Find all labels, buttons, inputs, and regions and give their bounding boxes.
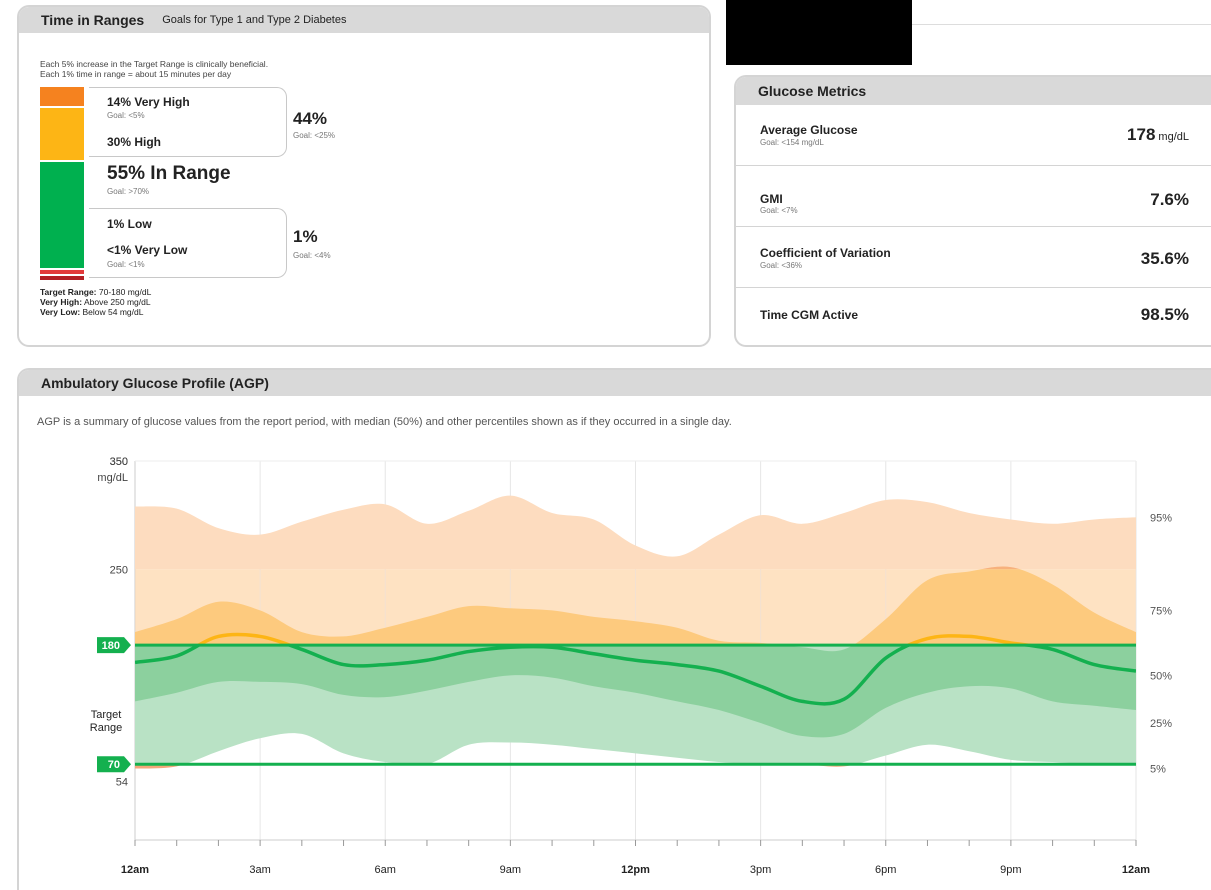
very-low-goal: Goal: <1% — [107, 260, 145, 269]
glucose-metrics-panel: Glucose Metrics Average Glucose Goal: <1… — [734, 75, 1211, 347]
low-label: 1% Low — [107, 217, 152, 231]
high-total-value: 44% — [293, 109, 328, 128]
time-in-ranges-subtitle: Goals for Type 1 and Type 2 Diabetes — [162, 14, 347, 26]
metric-gmi: GMI Goal: <7% 7.6% — [736, 165, 1211, 227]
metric-label: Time CGM Active — [760, 308, 859, 322]
tir-note-2: Each 1% time in range = about 15 minutes… — [40, 69, 232, 79]
very-low-label: <1% Very Low — [107, 243, 188, 257]
glucose-metrics-title: Glucose Metrics — [758, 83, 867, 99]
agp-header: Ambulatory Glucose Profile (AGP) — [19, 370, 1211, 396]
metric-value-number: 178 — [1127, 125, 1156, 144]
metric-goal: Goal: <36% — [760, 261, 803, 270]
metric-time-cgm-active: Time CGM Active 98.5% — [736, 287, 1211, 345]
tir-footer-target-value: 70-180 mg/dL — [96, 287, 152, 297]
low-total-goal: Goal: <4% — [293, 251, 331, 260]
time-in-ranges-header: Time in Ranges Goals for Type 1 and Type… — [19, 7, 709, 33]
metric-unit: mg/dL — [1158, 131, 1189, 143]
high-total-goal: Goal: <25% — [293, 131, 336, 140]
agp-panel: Ambulatory Glucose Profile (AGP) AGP is … — [17, 368, 1211, 890]
bar-high — [40, 108, 84, 160]
metric-goal: Goal: <7% — [760, 206, 798, 215]
metric-label: Average Glucose — [760, 123, 858, 137]
tir-footer-very-high: Very High: Above 250 mg/dL — [40, 297, 151, 307]
metric-label: Coefficient of Variation — [760, 246, 891, 260]
low-total-value: 1% — [293, 227, 318, 246]
in-range-goal: Goal: >70% — [107, 187, 150, 196]
metric-average-glucose: Average Glucose Goal: <154 mg/dL 178 mg/d… — [736, 105, 1211, 165]
bar-very-high — [40, 87, 84, 106]
tir-footer-very-low: Very Low: Below 54 mg/dL — [40, 307, 143, 317]
tir-footer-target: Target Range: 70-180 mg/dL — [40, 287, 151, 297]
very-high-goal: Goal: <5% — [107, 111, 145, 120]
very-high-label: 14% Very High — [107, 95, 190, 109]
metric-value: 35.6% — [1140, 249, 1189, 268]
glucose-metrics-header: Glucose Metrics — [736, 77, 1211, 105]
bar-very-low — [40, 276, 84, 280]
metric-value: 7.6% — [1150, 190, 1189, 209]
time-in-ranges-title: Time in Ranges — [41, 12, 145, 28]
tir-footer-target-key: Target Range: — [40, 287, 97, 297]
metric-value: 178 mg/dL — [1127, 125, 1189, 145]
tir-note-1: Each 5% increase in the Target Range is … — [40, 59, 269, 69]
metric-coefficient-variation: Coefficient of Variation Goal: <36% 35.6… — [736, 226, 1211, 288]
high-label: 30% High — [107, 135, 162, 149]
in-range-label: 55% In Range — [107, 163, 231, 184]
metric-value: 98.5% — [1140, 305, 1189, 324]
tir-footer-very-high-value: Above 250 mg/dL — [82, 297, 151, 307]
tir-footer-very-high-key: Very High: — [40, 297, 83, 307]
metric-goal: Goal: <154 mg/dL — [760, 138, 824, 147]
bar-in-range — [40, 162, 84, 268]
agp-description: AGP is a summary of glucose values from … — [37, 416, 732, 428]
time-in-ranges-panel: Time in Ranges Goals for Type 1 and Type… — [17, 5, 711, 347]
tir-footer-very-low-value: Below 54 mg/dL — [80, 307, 144, 317]
top-divider — [912, 24, 1211, 25]
metric-label: GMI — [760, 192, 783, 206]
agp-title: Ambulatory Glucose Profile (AGP) — [41, 375, 269, 391]
bar-low — [40, 270, 84, 274]
tir-stacked-bar — [40, 87, 84, 284]
tir-footer-very-low-key: Very Low: — [40, 307, 81, 317]
redacted-block — [726, 0, 912, 65]
